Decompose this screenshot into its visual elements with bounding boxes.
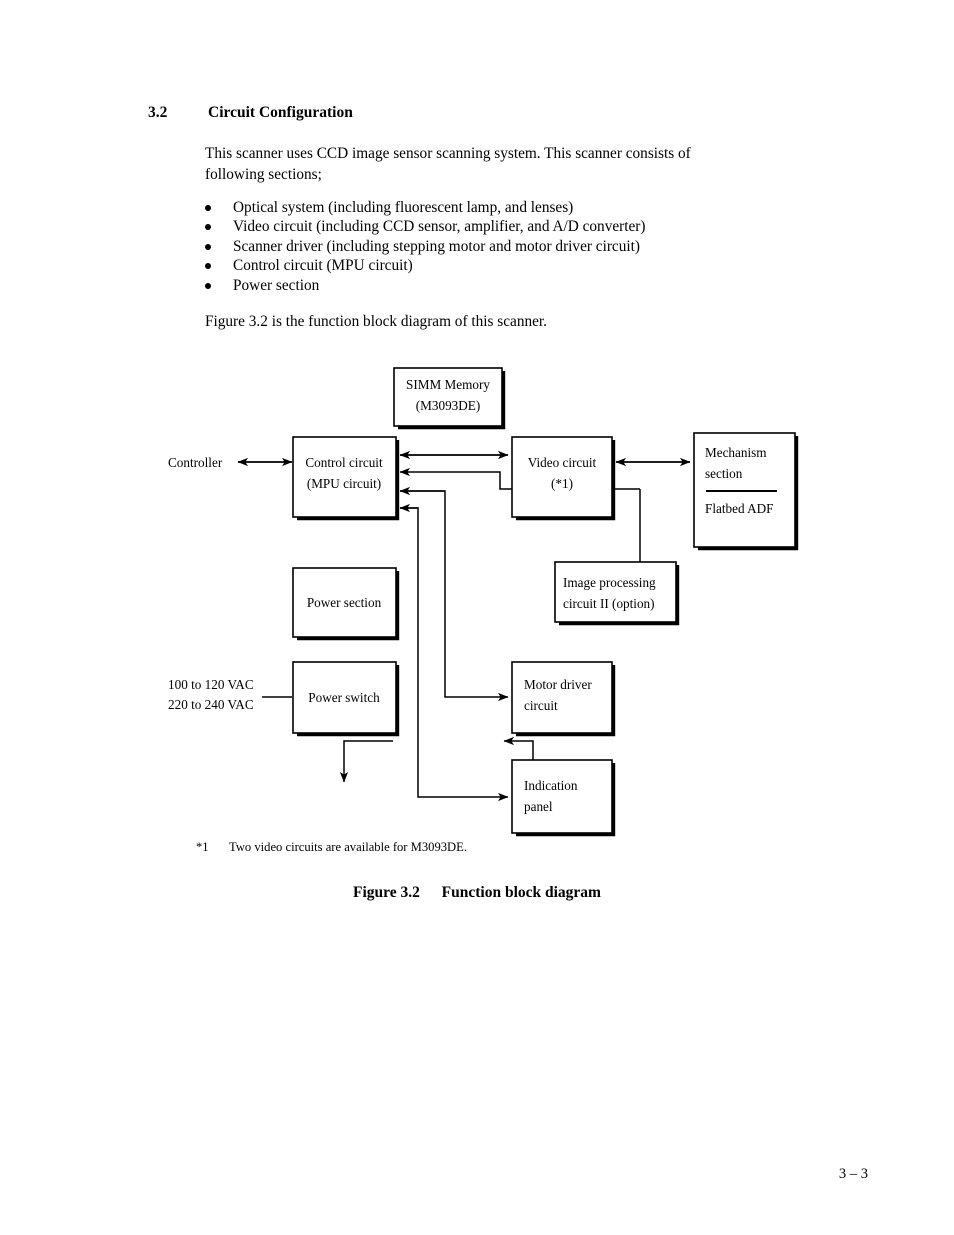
block-label-control-line1: Control circuit [305, 455, 383, 470]
block-mechanism-section: Mechanism section Flatbed ADF [693, 432, 799, 551]
figure-caption-title: Function block diagram [441, 884, 601, 901]
intro-line-1: This scanner uses CCD image sensor scann… [205, 145, 691, 162]
block-power-switch: Power switch [292, 661, 400, 737]
connector-control-to-indication [400, 507, 509, 802]
block-label-power-switch: Power switch [308, 690, 380, 705]
block-label-motor-line1: Motor driver [524, 677, 592, 692]
block-motor-driver: Motor driver circuit [511, 661, 616, 737]
block-label-simm-line1: SIMM Memory [406, 377, 490, 392]
block-label-indication-line1: Indication [524, 778, 578, 793]
intro-paragraph: This scanner uses CCD image sensor scann… [205, 143, 807, 185]
intro-line-2: following sections; [205, 166, 322, 183]
block-label-video-line2: (*1) [551, 476, 573, 491]
block-label-imgproc-line2: circuit II (option) [563, 596, 655, 611]
bullet-dot-icon [205, 243, 211, 250]
figure-caption: Figure 3.2 Function block diagram [0, 884, 954, 902]
connector-control-to-motor [400, 490, 509, 702]
block-label-control-line2: (MPU circuit) [307, 476, 381, 491]
list-item: Control circuit (MPU circuit) [205, 257, 825, 276]
list-item-label: Power section [233, 276, 320, 294]
block-label-simm-line2: (M3093DE) [416, 398, 480, 413]
block-label-mechanism-line1: Mechanism [705, 445, 767, 460]
block-simm-memory: SIMM Memory (M3093DE) [393, 367, 506, 430]
block-power-section: Power section [292, 567, 400, 641]
list-item-label: Optical system (including fluorescent la… [233, 199, 574, 216]
bullet-dot-icon [205, 263, 211, 270]
connector-video-to-control-2 [399, 467, 501, 478]
list-item: Power section [205, 277, 825, 296]
section-title: Circuit Configuration [208, 104, 353, 121]
block-control-circuit: Control circuit (MPU circuit) [292, 436, 400, 521]
section-bullet-list: Optical system (including fluorescent la… [205, 199, 825, 296]
connector-simm-to-control [339, 740, 393, 783]
block-label-mechanism-line3: Flatbed ADF [705, 501, 774, 516]
block-image-processing: Image processing circuit II (option) [554, 561, 680, 626]
diagram-label-vac-2: 220 to 240 VAC [168, 697, 254, 712]
block-label-mechanism-line2: section [705, 466, 743, 481]
function-block-diagram: Control circuit --> Video circuit (bidir… [0, 350, 954, 860]
list-item-label: Scanner driver (including stepping motor… [233, 237, 640, 255]
block-label-motor-line2: circuit [524, 698, 558, 713]
list-item: Scanner driver (including stepping motor… [205, 238, 825, 257]
document-page: 3.2 Circuit Configuration This scanner u… [0, 0, 954, 1235]
figure-intro-text: Figure 3.2 is the function block diagram… [205, 313, 547, 330]
bullet-dot-icon [205, 224, 211, 231]
section-number: 3.2 [148, 104, 168, 121]
list-item: Video circuit (including CCD sensor, amp… [205, 218, 825, 237]
list-item: Optical system (including fluorescent la… [205, 199, 825, 218]
block-indication-panel: Indication panel [511, 759, 616, 837]
block-label-imgproc-line1: Image processing [563, 575, 656, 590]
footnote-text: Two video circuits are available for M30… [229, 840, 467, 854]
page-number: 3 – 3 [838, 1166, 868, 1182]
block-label-video-line1: Video circuit [528, 455, 597, 470]
footnote-marker: *1 [196, 840, 209, 854]
diagram-label-vac-1: 100 to 120 VAC [168, 677, 254, 692]
block-video-circuit: Video circuit (*1) [511, 436, 616, 521]
bullet-dot-icon [205, 205, 211, 211]
list-item-label: Video circuit (including CCD sensor, amp… [233, 218, 646, 236]
bullet-dot-icon [205, 282, 211, 289]
figure-caption-number: Figure 3.2 [353, 884, 420, 901]
diagram-label-controller: Controller [168, 455, 223, 470]
list-item-label: Control circuit (MPU circuit) [233, 257, 413, 275]
block-label-indication-line2: panel [524, 799, 553, 814]
block-label-power-section: Power section [307, 595, 382, 610]
